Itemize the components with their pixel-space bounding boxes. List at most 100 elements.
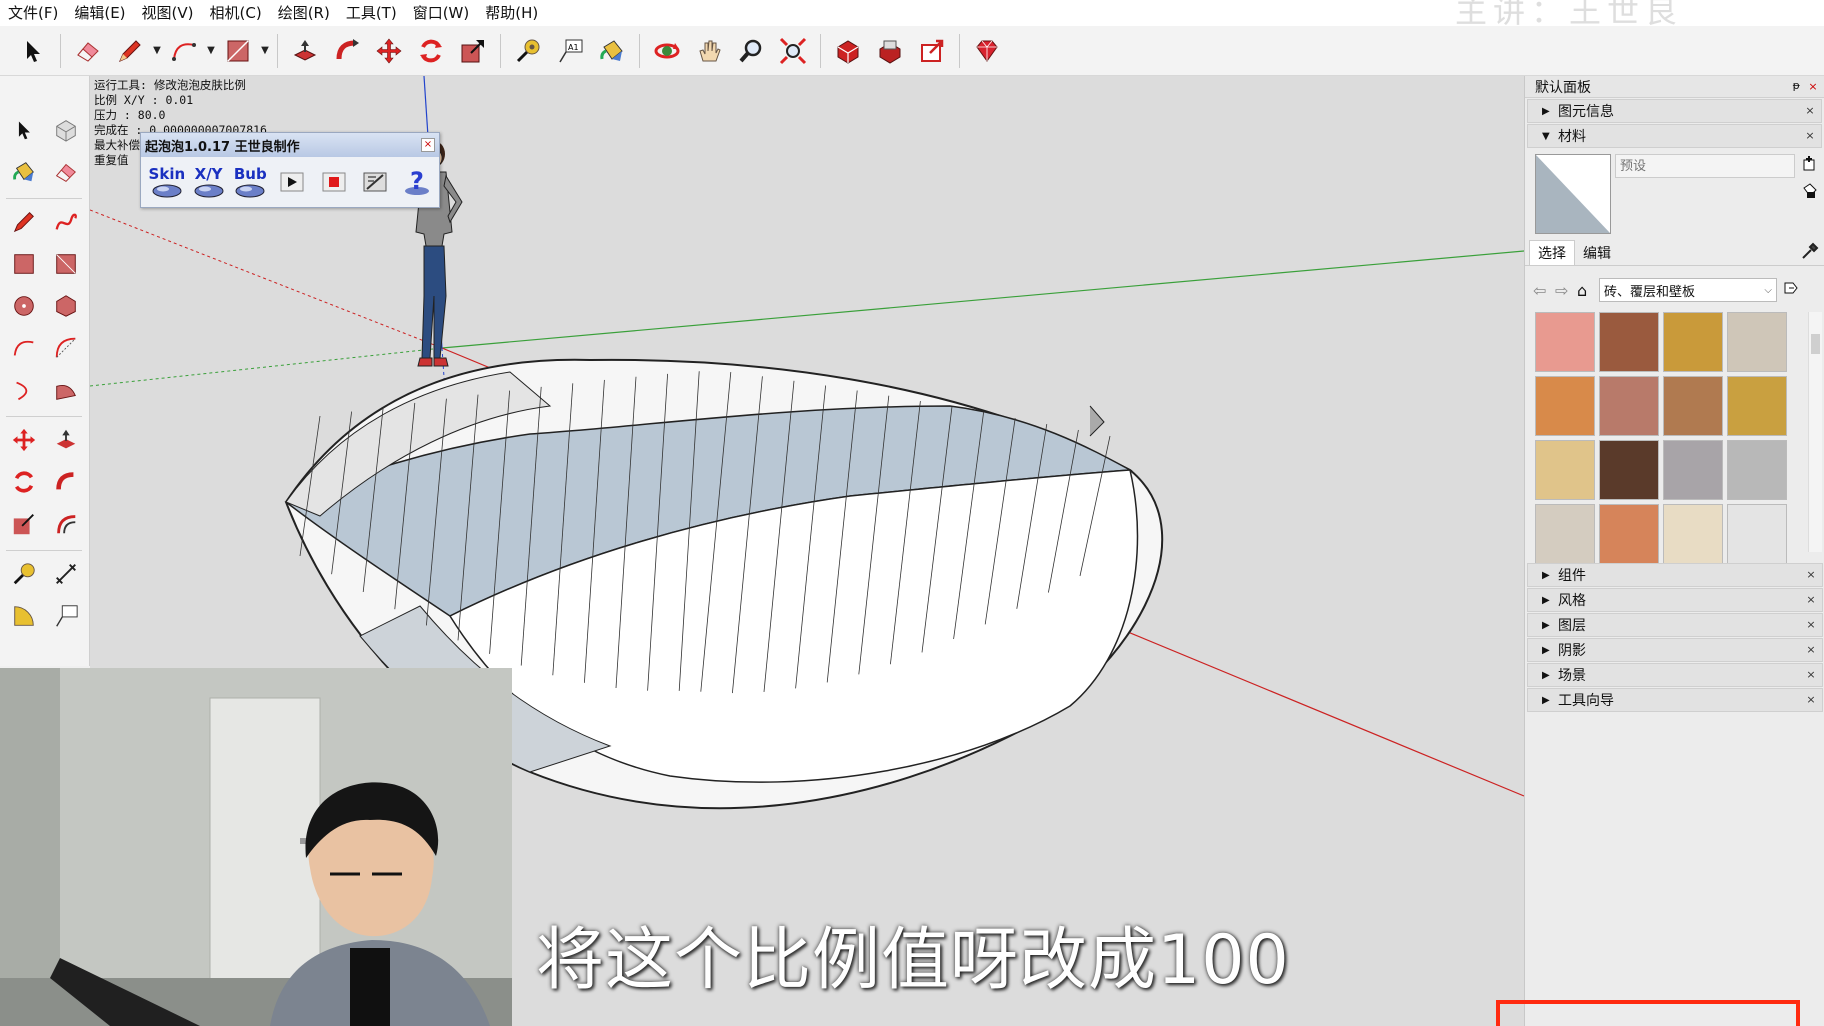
tab-edit[interactable]: 编辑 bbox=[1575, 241, 1619, 265]
material-swatch[interactable] bbox=[1727, 504, 1787, 564]
sample-paint-icon[interactable] bbox=[1801, 182, 1819, 200]
back-arrow-icon[interactable]: ⇦ bbox=[1533, 281, 1555, 300]
material-swatch[interactable] bbox=[1535, 312, 1595, 372]
menu-help[interactable]: 帮助(H) bbox=[477, 0, 546, 26]
close-icon[interactable]: × bbox=[1804, 668, 1818, 682]
arc-icon[interactable] bbox=[165, 32, 203, 70]
close-icon[interactable]: × bbox=[1803, 104, 1817, 118]
tape-measure-icon[interactable] bbox=[509, 32, 547, 70]
menu-window[interactable]: 窗口(W) bbox=[405, 0, 478, 26]
zoom-extents-icon[interactable] bbox=[774, 32, 812, 70]
freehand-icon[interactable] bbox=[48, 204, 84, 240]
share-model-icon[interactable] bbox=[913, 32, 951, 70]
material-swatch[interactable] bbox=[1535, 504, 1595, 564]
select-tool-icon[interactable] bbox=[14, 32, 52, 70]
menu-view[interactable]: 视图(V) bbox=[134, 0, 202, 26]
xy-ratio-button[interactable]: X/Y bbox=[189, 162, 229, 202]
material-swatch[interactable] bbox=[1727, 312, 1787, 372]
eraser-icon[interactable] bbox=[69, 32, 107, 70]
material-swatch[interactable] bbox=[1535, 376, 1595, 436]
tab-select[interactable]: 选择 bbox=[1529, 240, 1575, 265]
circle-icon[interactable] bbox=[6, 288, 42, 324]
rotated-rectangle-icon[interactable] bbox=[48, 246, 84, 282]
material-swatch[interactable] bbox=[1599, 312, 1659, 372]
stop-button[interactable] bbox=[314, 162, 354, 202]
material-swatch[interactable] bbox=[1663, 504, 1723, 564]
move-icon[interactable] bbox=[370, 32, 408, 70]
material-swatch[interactable] bbox=[1663, 376, 1723, 436]
eyedropper-icon[interactable] bbox=[1801, 242, 1819, 264]
create-material-icon[interactable] bbox=[1801, 154, 1819, 172]
close-icon[interactable]: × bbox=[1803, 129, 1817, 143]
close-icon[interactable]: × bbox=[1804, 568, 1818, 582]
follow-me-icon[interactable] bbox=[328, 32, 366, 70]
material-swatch[interactable] bbox=[1599, 504, 1659, 564]
ruby-console-icon[interactable] bbox=[968, 32, 1006, 70]
scrollbar-thumb[interactable] bbox=[1811, 334, 1820, 354]
close-icon[interactable]: × bbox=[1804, 693, 1818, 707]
bubble-button[interactable]: Bub bbox=[230, 162, 270, 202]
two-point-arc-icon[interactable] bbox=[48, 330, 84, 366]
close-icon[interactable]: × bbox=[1806, 80, 1820, 94]
settings-button[interactable] bbox=[356, 162, 396, 202]
section-styles[interactable]: ▶ 风格 × bbox=[1527, 588, 1823, 612]
swatch-scrollbar[interactable] bbox=[1808, 312, 1822, 552]
arc-icon[interactable] bbox=[6, 330, 42, 366]
scale-icon[interactable] bbox=[6, 506, 42, 542]
section-layers[interactable]: ▶ 图层 × bbox=[1527, 613, 1823, 637]
home-icon[interactable]: ⌂ bbox=[1577, 281, 1599, 300]
dimension-icon[interactable] bbox=[48, 556, 84, 592]
section-materials[interactable]: ▼ 材料 × bbox=[1527, 124, 1822, 148]
push-pull-icon[interactable] bbox=[48, 422, 84, 458]
rotate-icon[interactable] bbox=[412, 32, 450, 70]
rectangle-icon[interactable] bbox=[6, 246, 42, 282]
material-swatch[interactable] bbox=[1599, 376, 1659, 436]
section-scenes[interactable]: ▶ 场景 × bbox=[1527, 663, 1823, 687]
offset-icon[interactable] bbox=[48, 506, 84, 542]
plugin-title[interactable]: 起泡泡1.0.17 王世良制作 bbox=[141, 133, 439, 157]
extension-warehouse-icon[interactable] bbox=[871, 32, 909, 70]
chevron-down-icon[interactable]: ▼ bbox=[151, 32, 163, 70]
menu-file[interactable]: 文件(F) bbox=[0, 0, 66, 26]
material-swatch[interactable] bbox=[1599, 440, 1659, 500]
polygon-icon[interactable] bbox=[48, 288, 84, 324]
line-tool-icon[interactable] bbox=[6, 204, 42, 240]
pin-icon[interactable]: ᵽ bbox=[1793, 79, 1800, 92]
close-icon[interactable]: × bbox=[421, 138, 435, 152]
move-icon[interactable] bbox=[6, 422, 42, 458]
section-instructor[interactable]: ▶ 工具向导 × bbox=[1527, 688, 1823, 712]
paint-bucket-icon[interactable] bbox=[6, 154, 42, 190]
close-icon[interactable]: × bbox=[1804, 643, 1818, 657]
tape-measure-icon[interactable] bbox=[6, 556, 42, 592]
section-entity-info[interactable]: ▶ 图元信息 × bbox=[1527, 99, 1822, 123]
three-point-arc-icon[interactable] bbox=[6, 372, 42, 408]
chevron-down-icon[interactable]: ▼ bbox=[205, 32, 217, 70]
follow-me-icon[interactable] bbox=[48, 464, 84, 500]
material-swatch[interactable] bbox=[1535, 440, 1595, 500]
menu-camera[interactable]: 相机(C) bbox=[202, 0, 270, 26]
scale-icon[interactable] bbox=[454, 32, 492, 70]
paint-bucket-icon[interactable] bbox=[593, 32, 631, 70]
zoom-icon[interactable] bbox=[732, 32, 770, 70]
pan-hand-icon[interactable] bbox=[690, 32, 728, 70]
forward-arrow-icon[interactable]: ⇨ bbox=[1555, 281, 1577, 300]
menu-edit[interactable]: 编辑(E) bbox=[66, 0, 133, 26]
play-button[interactable] bbox=[272, 162, 312, 202]
skin-button[interactable]: Skin bbox=[147, 162, 187, 202]
material-swatch[interactable] bbox=[1727, 376, 1787, 436]
menu-draw[interactable]: 绘图(R) bbox=[270, 0, 338, 26]
text-icon[interactable] bbox=[48, 598, 84, 634]
material-swatch[interactable] bbox=[1663, 312, 1723, 372]
make-component-icon[interactable] bbox=[48, 112, 84, 148]
select-tool-icon[interactable] bbox=[6, 112, 42, 148]
material-name-input[interactable] bbox=[1615, 154, 1795, 178]
menu-tools[interactable]: 工具(T) bbox=[338, 0, 405, 26]
section-shadows[interactable]: ▶ 阴影 × bbox=[1527, 638, 1823, 662]
text-icon[interactable]: A1 bbox=[551, 32, 589, 70]
pencil-icon[interactable] bbox=[111, 32, 149, 70]
material-swatch[interactable] bbox=[1663, 440, 1723, 500]
chevron-down-icon[interactable]: ▼ bbox=[259, 32, 271, 70]
protractor-icon[interactable] bbox=[6, 598, 42, 634]
section-components[interactable]: ▶ 组件 × bbox=[1527, 563, 1823, 587]
close-icon[interactable]: × bbox=[1804, 618, 1818, 632]
